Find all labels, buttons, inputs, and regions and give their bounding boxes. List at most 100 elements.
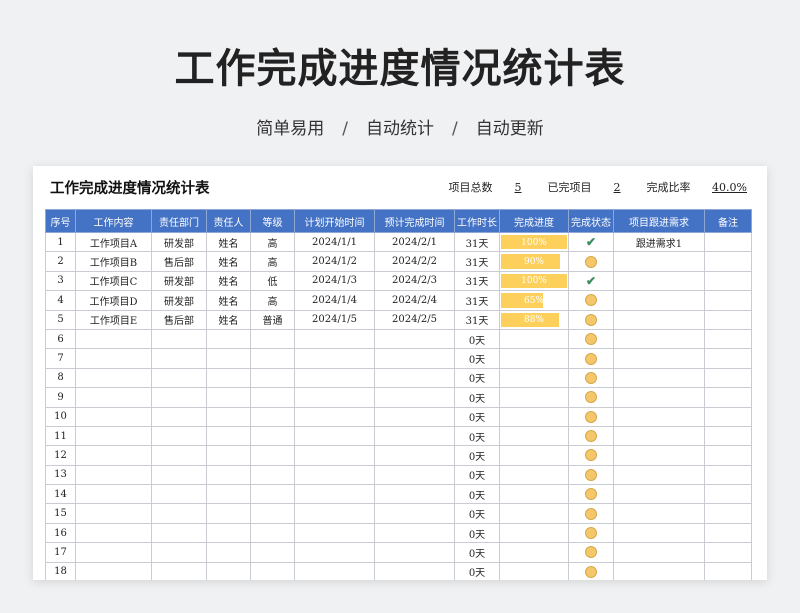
- cell-no[interactable]: 9: [45, 387, 76, 408]
- cell-follow[interactable]: [613, 270, 705, 292]
- cell-progress[interactable]: [499, 387, 569, 408]
- cell-level[interactable]: [250, 445, 295, 466]
- cell-note[interactable]: [704, 561, 752, 580]
- cell-level[interactable]: 低: [250, 270, 295, 292]
- cell-start[interactable]: [294, 406, 375, 427]
- cell-note[interactable]: [704, 309, 752, 330]
- cell-note[interactable]: [704, 406, 752, 427]
- cell-task[interactable]: [75, 503, 152, 524]
- cell-duration[interactable]: 0天: [454, 445, 500, 466]
- cell-follow[interactable]: [613, 464, 705, 486]
- cell-no[interactable]: 11: [45, 425, 76, 447]
- cell-follow[interactable]: [613, 561, 705, 580]
- cell-owner[interactable]: 姓名: [206, 231, 251, 253]
- cell-task[interactable]: [75, 542, 152, 563]
- stat-value-done[interactable]: 2: [613, 181, 621, 194]
- cell-owner[interactable]: 姓名: [206, 251, 251, 272]
- cell-level[interactable]: [250, 367, 295, 389]
- cell-no[interactable]: 16: [45, 522, 76, 544]
- cell-status[interactable]: [568, 290, 614, 311]
- cell-status[interactable]: [568, 445, 614, 466]
- cell-duration[interactable]: 0天: [454, 367, 500, 389]
- cell-task[interactable]: 工作项目C: [75, 270, 152, 292]
- cell-status[interactable]: [568, 503, 614, 524]
- cell-start[interactable]: [294, 367, 375, 389]
- cell-owner[interactable]: [206, 387, 251, 408]
- cell-note[interactable]: [704, 522, 752, 544]
- cell-duration[interactable]: 0天: [454, 522, 500, 544]
- column-header[interactable]: 备注: [704, 209, 752, 233]
- cell-task[interactable]: [75, 367, 152, 389]
- cell-note[interactable]: [704, 445, 752, 466]
- cell-owner[interactable]: [206, 561, 251, 580]
- cell-dept[interactable]: [151, 522, 207, 544]
- cell-end[interactable]: [374, 406, 455, 427]
- cell-start[interactable]: [294, 464, 375, 486]
- cell-start[interactable]: 2024/1/1: [294, 231, 375, 253]
- column-header[interactable]: 完成状态: [568, 209, 614, 233]
- cell-task[interactable]: [75, 522, 152, 544]
- cell-owner[interactable]: 姓名: [206, 309, 251, 330]
- cell-end[interactable]: 2024/2/3: [374, 270, 455, 292]
- cell-status[interactable]: [568, 309, 614, 330]
- cell-task[interactable]: [75, 425, 152, 447]
- cell-task[interactable]: [75, 406, 152, 427]
- cell-note[interactable]: [704, 503, 752, 524]
- cell-dept[interactable]: [151, 328, 207, 350]
- cell-status[interactable]: [568, 464, 614, 486]
- column-header[interactable]: 工作时长: [454, 209, 500, 233]
- cell-no[interactable]: 8: [45, 367, 76, 389]
- cell-status[interactable]: [568, 561, 614, 580]
- cell-progress[interactable]: 88%: [499, 309, 569, 330]
- cell-status[interactable]: ✔: [568, 270, 614, 292]
- cell-end[interactable]: 2024/2/1: [374, 231, 455, 253]
- cell-start[interactable]: [294, 348, 375, 369]
- cell-no[interactable]: 2: [45, 251, 76, 272]
- column-header[interactable]: 项目跟进需求: [613, 209, 705, 233]
- cell-dept[interactable]: [151, 503, 207, 524]
- cell-note[interactable]: [704, 270, 752, 292]
- cell-status[interactable]: [568, 251, 614, 272]
- cell-no[interactable]: 5: [45, 309, 76, 330]
- cell-start[interactable]: 2024/1/4: [294, 290, 375, 311]
- cell-no[interactable]: 17: [45, 542, 76, 563]
- cell-progress[interactable]: 65%: [499, 290, 569, 311]
- cell-start[interactable]: 2024/1/2: [294, 251, 375, 272]
- cell-status[interactable]: [568, 367, 614, 389]
- cell-duration[interactable]: 31天: [454, 231, 500, 253]
- cell-end[interactable]: [374, 464, 455, 486]
- cell-task[interactable]: [75, 445, 152, 466]
- cell-progress[interactable]: 100%: [499, 231, 569, 253]
- cell-start[interactable]: [294, 561, 375, 580]
- cell-level[interactable]: 高: [250, 231, 295, 253]
- cell-task[interactable]: [75, 348, 152, 369]
- cell-end[interactable]: [374, 367, 455, 389]
- cell-task[interactable]: [75, 561, 152, 580]
- cell-level[interactable]: [250, 484, 295, 505]
- cell-dept[interactable]: 售后部: [151, 251, 207, 272]
- cell-no[interactable]: 13: [45, 464, 76, 486]
- cell-follow[interactable]: 跟进需求1: [613, 231, 705, 253]
- cell-status[interactable]: [568, 387, 614, 408]
- cell-progress[interactable]: [499, 484, 569, 505]
- cell-progress[interactable]: 90%: [499, 251, 569, 272]
- column-header[interactable]: 序号: [45, 209, 76, 233]
- cell-start[interactable]: 2024/1/3: [294, 270, 375, 292]
- cell-follow[interactable]: [613, 425, 705, 447]
- cell-no[interactable]: 15: [45, 503, 76, 524]
- cell-owner[interactable]: [206, 484, 251, 505]
- cell-level[interactable]: [250, 561, 295, 580]
- cell-start[interactable]: [294, 542, 375, 563]
- cell-owner[interactable]: [206, 328, 251, 350]
- cell-progress[interactable]: 100%: [499, 270, 569, 292]
- cell-dept[interactable]: [151, 484, 207, 505]
- cell-note[interactable]: [704, 425, 752, 447]
- cell-owner[interactable]: [206, 348, 251, 369]
- cell-dept[interactable]: [151, 348, 207, 369]
- cell-status[interactable]: [568, 542, 614, 563]
- cell-end[interactable]: 2024/2/4: [374, 290, 455, 311]
- cell-start[interactable]: [294, 425, 375, 447]
- cell-level[interactable]: 普通: [250, 309, 295, 330]
- cell-task[interactable]: [75, 464, 152, 486]
- cell-level[interactable]: [250, 387, 295, 408]
